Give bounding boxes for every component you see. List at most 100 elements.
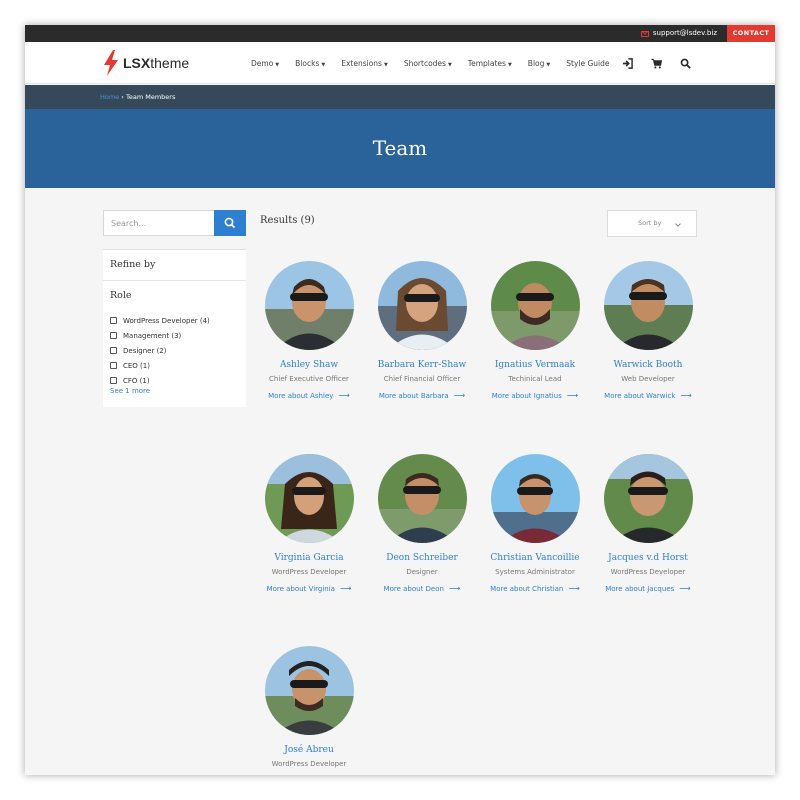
search-icon [224,217,236,229]
checkbox[interactable] [110,377,117,384]
role-filters: WordPress Developer (4) Management (3) D… [110,313,210,388]
more-about-link[interactable]: More about Deon ⟶ [367,584,477,593]
team-card-jacques: Jacques v.d Horst WordPress Developer Mo… [593,454,703,593]
filter-wordpress-developer[interactable]: WordPress Developer (4) [110,313,210,328]
top-bar: support@lsdev.biz CONTACT [25,25,775,42]
team-card-warwick: Warwick Booth Web Developer More about W… [593,261,703,400]
search-icon[interactable] [680,58,691,69]
member-role: Designer [406,568,438,576]
avatar[interactable] [490,261,580,350]
mail-icon [640,30,649,37]
avatar[interactable] [603,454,693,543]
sort-label: Sort by [638,219,662,227]
page-banner: Team [25,109,775,188]
team-card-virginia: Virginia Garcia WordPress Developer More… [254,454,364,593]
see-more-link[interactable]: See 1 more [110,387,150,395]
bolt-icon [104,50,118,76]
avatar[interactable] [603,261,693,350]
team-card-ashley: Ashley Shaw Chief Executive Officer More… [254,261,364,400]
member-role: WordPress Developer [610,568,686,576]
breadcrumb-separator: › [121,93,124,101]
member-name[interactable]: Jacques v.d Horst [593,553,703,563]
member-role: Web Developer [621,375,675,383]
nav-item-demo[interactable]: Demo ▼ [251,59,279,68]
breadcrumb-home[interactable]: Home [100,93,119,101]
site-header: LSXtheme Demo ▼ Blocks ▼ Extensions ▼ Short… [25,42,775,84]
support-email-text[interactable]: support@lsdev.biz [653,25,717,42]
header-icons [622,42,691,84]
member-name[interactable]: Warwick Booth [593,360,703,370]
search-button[interactable] [214,210,246,236]
member-name[interactable]: Ashley Shaw [254,360,364,370]
nav-item-style-guide[interactable]: Style Guide [566,59,609,68]
avatar[interactable] [490,454,580,543]
filter-management[interactable]: Management (3) [110,328,210,343]
more-about-link[interactable]: More about Christian ⟶ [480,584,590,593]
more-about-link[interactable]: More about Jacques ⟶ [593,584,703,593]
arrow-right-icon: ⟶ [338,391,350,400]
avatar[interactable] [264,646,354,735]
member-role: Chief Financial Officer [383,375,461,383]
arrow-right-icon: ⟶ [679,584,691,593]
page-title: Team [372,136,428,160]
chevron-down-icon [675,221,681,227]
breadcrumb-current: Team Members [125,93,176,101]
divider [103,280,246,281]
checkbox[interactable] [110,347,117,354]
team-card-jose: José Abreu WordPress Developer [254,646,364,768]
checkbox[interactable] [110,317,117,324]
member-name[interactable]: Virginia Garcia [254,553,364,563]
avatar[interactable] [264,261,354,350]
results-count: Results (9) [260,215,315,226]
nav-item-shortcodes[interactable]: Shortcodes ▼ [404,59,452,68]
search-box [103,210,246,236]
brand-name: LSXtheme [123,55,190,71]
nav-item-templates[interactable]: Templates ▼ [468,59,512,68]
nav-item-blog[interactable]: Blog ▼ [528,59,550,68]
filter-ceo[interactable]: CEO (1) [110,358,210,373]
member-name[interactable]: Christian Vancoillie [480,553,590,563]
arrow-right-icon: ⟶ [566,391,579,400]
nav-item-blocks[interactable]: Blocks ▼ [295,59,325,68]
more-about-link[interactable]: More about Ignatius ⟶ [480,391,590,400]
member-name[interactable]: Ignatius Vermaak [480,360,590,370]
checkbox[interactable] [110,332,117,339]
member-name[interactable]: Deon Schreiber [367,553,477,563]
member-name[interactable]: José Abreu [254,745,364,755]
caret-down-icon: ▼ [275,61,280,68]
checkbox[interactable] [110,362,117,369]
role-heading: Role [110,290,132,301]
filter-designer[interactable]: Designer (2) [110,343,210,358]
avatar[interactable] [377,261,467,350]
member-name[interactable]: Barbara Kerr-Shaw [367,360,477,370]
avatar[interactable] [377,454,467,543]
main-nav: Demo ▼ Blocks ▼ Extensions ▼ Shortcodes ▼ Te… [251,42,610,84]
breadcrumb: Home › Team Members [100,85,175,109]
sort-dropdown[interactable]: Sort by [607,210,697,237]
filter-cfo[interactable]: CFO (1) [110,373,210,388]
search-input[interactable] [104,211,215,235]
refine-title: Refine by [110,259,156,270]
member-role: Chief Executive Officer [269,375,349,383]
site-logo[interactable]: LSXtheme [103,50,189,76]
caret-down-icon: ▼ [546,61,551,68]
page-frame: support@lsdev.biz CONTACT LSXtheme Demo ▼… [25,25,775,775]
arrow-right-icon: ⟶ [448,584,461,593]
avatar[interactable] [264,454,354,543]
more-about-link[interactable]: More about Barbara ⟶ [367,391,477,400]
team-card-barbara: Barbara Kerr-Shaw Chief Financial Office… [367,261,477,400]
support-email[interactable]: support@lsdev.biz [640,25,717,42]
more-about-link[interactable]: More about Warwick ⟶ [593,391,703,400]
more-about-link[interactable]: More about Ashley ⟶ [254,391,364,400]
member-role: WordPress Developer [271,760,347,768]
arrow-right-icon: ⟶ [453,391,466,400]
team-card-christian: Christian Vancoillie Systems Administrat… [480,454,590,593]
more-about-link[interactable]: More about Virginia ⟶ [254,584,364,593]
arrow-right-icon: ⟶ [680,391,692,400]
nav-item-extensions[interactable]: Extensions ▼ [341,59,388,68]
contact-button[interactable]: CONTACT [727,25,775,42]
cart-icon[interactable] [651,58,662,69]
team-card-ignatius: Ignatius Vermaak Techinical Lead More ab… [480,261,590,400]
sign-in-icon[interactable] [622,57,633,69]
caret-down-icon: ▼ [321,61,326,68]
